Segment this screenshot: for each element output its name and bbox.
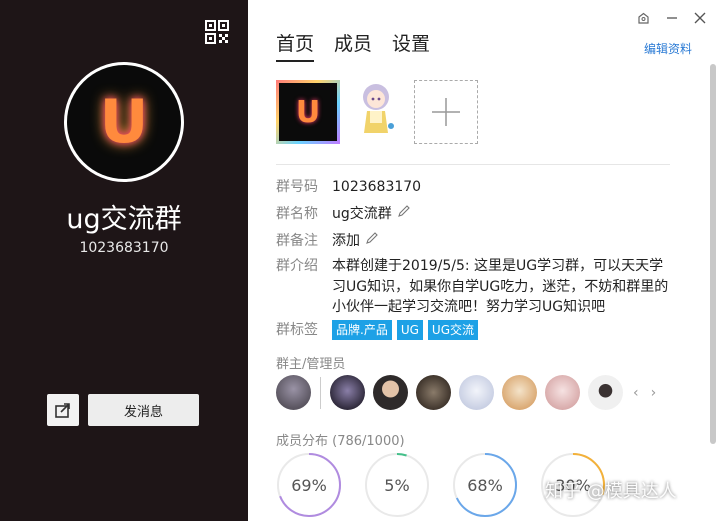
- admin-avatar[interactable]: [373, 375, 408, 410]
- plus-icon: [432, 98, 460, 126]
- ring-label: 5%: [384, 475, 410, 495]
- group-photos: U: [276, 80, 478, 144]
- admin-avatar[interactable]: [502, 375, 537, 410]
- add-remark-link[interactable]: 添加: [332, 231, 360, 251]
- prev-page-icon[interactable]: ‹: [631, 385, 641, 401]
- next-page-icon[interactable]: ›: [649, 385, 659, 401]
- info-row-intro: 群介绍 本群创建于2019/5/5: 这里是UG学习群，可以天天学习UG知识，如…: [276, 256, 672, 318]
- info-row-tags: 群标签 品牌.产品 UG UG交流: [276, 320, 483, 340]
- tab-members[interactable]: 成员: [334, 29, 372, 62]
- admin-avatar[interactable]: [545, 375, 580, 410]
- intro-label: 群介绍: [276, 258, 318, 274]
- id-label: 群号码: [276, 179, 318, 195]
- admin-avatar[interactable]: [588, 375, 623, 410]
- tab-home[interactable]: 首页: [276, 29, 315, 62]
- send-message-button[interactable]: 发消息: [88, 394, 199, 426]
- admin-avatar[interactable]: [416, 375, 451, 410]
- tag[interactable]: UG交流: [427, 320, 479, 340]
- group-title: ug交流群: [66, 204, 182, 235]
- minimize-icon[interactable]: [663, 9, 681, 27]
- edit-name-icon[interactable]: [397, 204, 411, 224]
- qr-code-icon[interactable]: [205, 20, 229, 44]
- edit-remark-icon[interactable]: [365, 231, 379, 251]
- group-avatar[interactable]: U: [64, 62, 184, 182]
- tag[interactable]: 品牌.产品: [332, 320, 392, 340]
- avatar-glyph: U: [99, 87, 149, 157]
- member-distribution-title: 成员分布 (786/1000): [276, 434, 405, 449]
- group-photo[interactable]: U: [276, 80, 340, 144]
- admin-avatar[interactable]: [459, 375, 494, 410]
- id-value: 1023683170: [332, 179, 422, 195]
- info-row-name: 群名称 ug交流群: [276, 204, 411, 224]
- admin-avatar-owner[interactable]: [276, 375, 311, 410]
- distribution-ring[interactable]: 69%: [276, 452, 342, 518]
- ring-label: 68%: [467, 475, 503, 495]
- tab-settings[interactable]: 设置: [392, 29, 430, 62]
- info-row-id: 群号码 1023683170: [276, 177, 421, 197]
- photo-glyph: U: [295, 94, 321, 130]
- group-id: 1023683170: [79, 240, 169, 256]
- name-value: ug交流群: [332, 206, 392, 222]
- ring-label: 69%: [291, 475, 327, 495]
- share-icon: [55, 403, 70, 418]
- add-photo-button[interactable]: [414, 80, 478, 144]
- name-label: 群名称: [276, 206, 318, 222]
- share-button[interactable]: [47, 394, 79, 426]
- close-icon[interactable]: [691, 9, 709, 27]
- divider: [276, 164, 670, 165]
- group-photo[interactable]: [344, 80, 408, 144]
- distribution-ring[interactable]: 68%: [452, 452, 518, 518]
- left-panel: U ug交流群 1023683170 发消息: [0, 0, 248, 521]
- remark-label: 群备注: [276, 233, 318, 249]
- scrollbar[interactable]: [710, 64, 716, 444]
- tag[interactable]: UG: [396, 320, 423, 340]
- right-panel: 首页 成员 设置 编辑资料 U 群号码 1023683170 群名称 ug交流群…: [248, 0, 720, 521]
- tags-label: 群标签: [276, 322, 318, 338]
- skin-icon[interactable]: [634, 9, 652, 27]
- tab-bar: 首页 成员 设置: [276, 29, 430, 62]
- admin-section-title: 群主/管理员: [276, 357, 346, 372]
- distribution-ring[interactable]: 5%: [364, 452, 430, 518]
- owner-separator: [320, 376, 321, 409]
- admin-list: ‹ ›: [276, 375, 658, 410]
- info-row-remark: 群备注 添加: [276, 231, 379, 251]
- edit-profile-link[interactable]: 编辑资料: [644, 40, 692, 57]
- intro-value: 本群创建于2019/5/5: 这里是UG学习群，可以天天学习UG知识，如果你自学…: [332, 258, 669, 315]
- admin-avatar[interactable]: [330, 375, 365, 410]
- watermark: 知乎 @模具达人: [545, 481, 677, 502]
